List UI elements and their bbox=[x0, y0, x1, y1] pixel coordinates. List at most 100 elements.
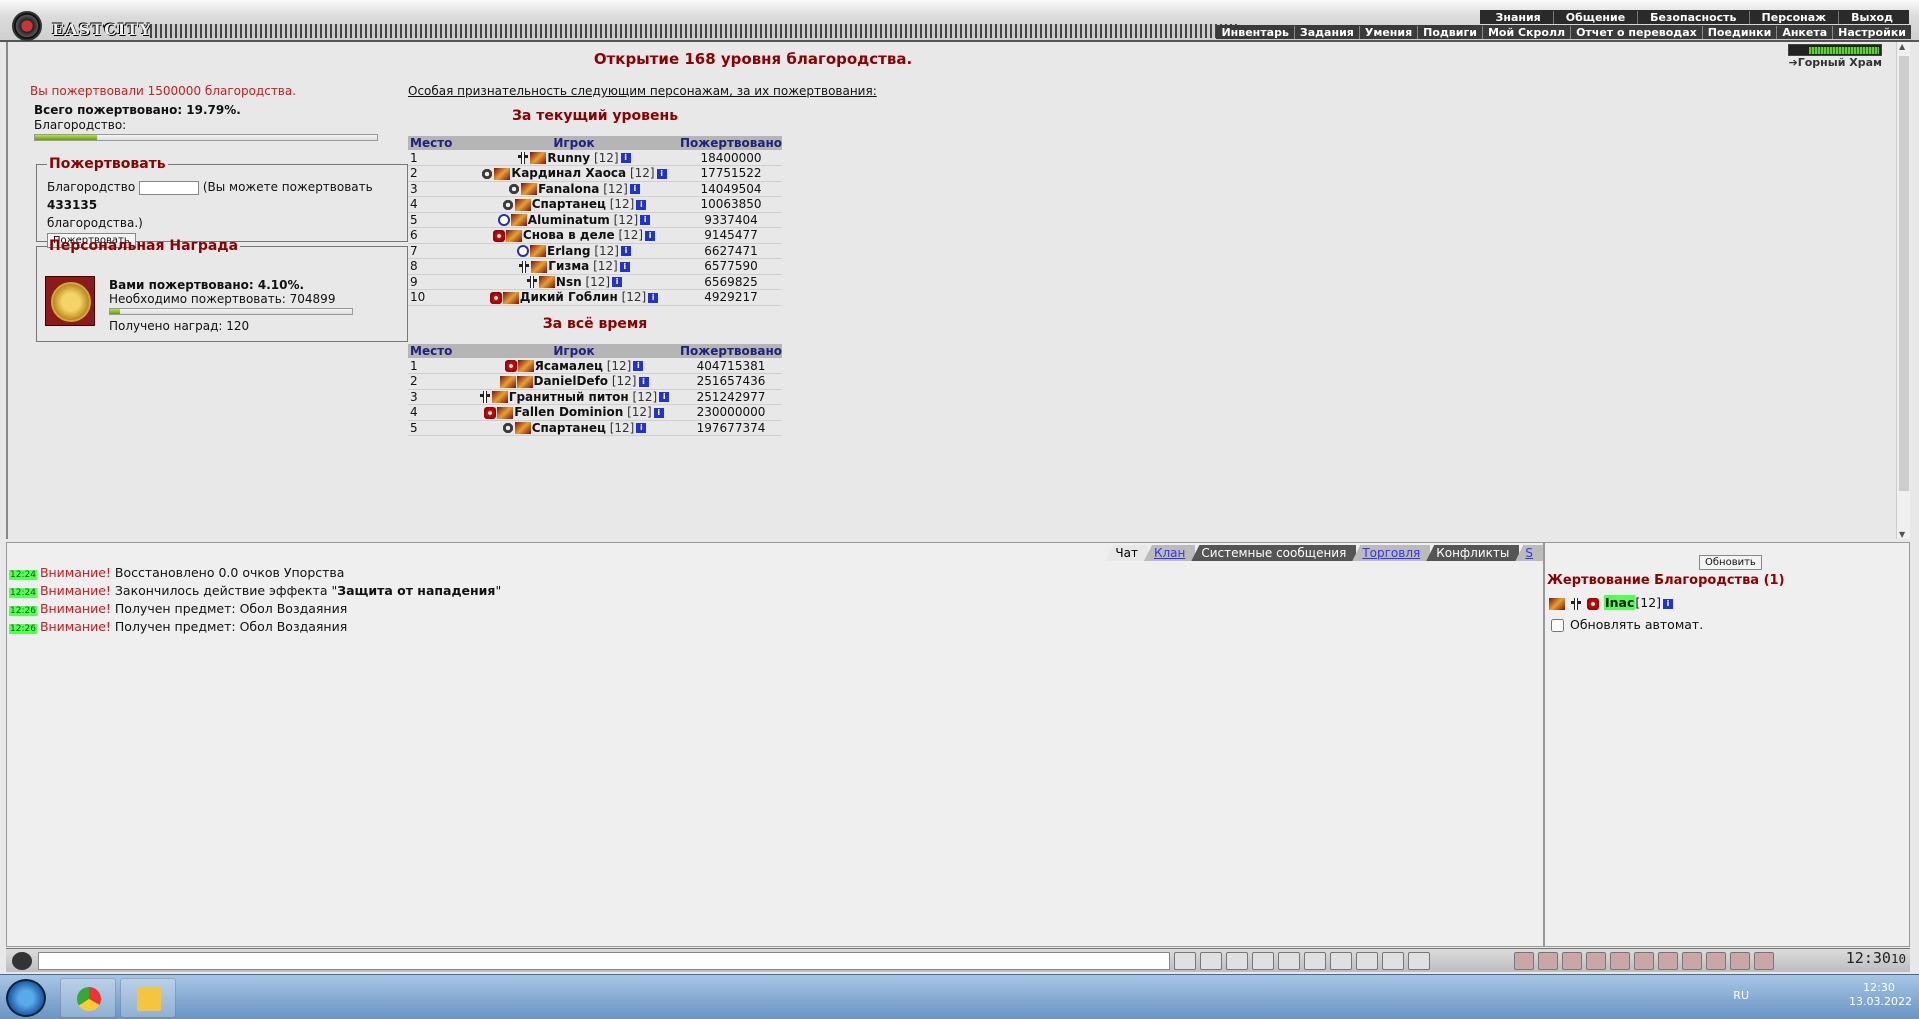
info-icon[interactable]: i bbox=[1663, 598, 1674, 609]
nav-battles[interactable]: Поединки bbox=[1703, 25, 1778, 39]
player-name[interactable]: Fallen Dominion bbox=[514, 405, 623, 419]
refresh-button[interactable]: Обновить bbox=[1699, 555, 1762, 570]
row-player: Nsn [12] i bbox=[468, 274, 681, 290]
info-icon[interactable]: i bbox=[645, 230, 656, 241]
action-slot-icon[interactable] bbox=[1682, 952, 1702, 970]
info-icon[interactable]: i bbox=[620, 153, 631, 163]
emote-icon[interactable] bbox=[12, 952, 32, 970]
player-name[interactable]: Runny bbox=[547, 151, 590, 165]
action-slot-icon[interactable] bbox=[1514, 952, 1534, 970]
action-slot-icon[interactable] bbox=[1706, 952, 1726, 970]
scroll-up-icon[interactable]: ▲ bbox=[1899, 42, 1905, 51]
tab-chat[interactable]: Чат bbox=[1105, 545, 1148, 561]
action-slot-icon[interactable] bbox=[1634, 952, 1654, 970]
player-name[interactable]: Ясамалец bbox=[535, 359, 603, 373]
player-name[interactable]: Спартанец bbox=[532, 197, 606, 211]
clan-emblem-icon bbox=[514, 422, 531, 435]
tab-trade[interactable]: Торговля bbox=[1352, 545, 1431, 561]
folder-icon bbox=[137, 987, 161, 1011]
explorer-taskbar-button[interactable] bbox=[120, 978, 176, 1018]
action-slot-icon[interactable] bbox=[1586, 952, 1606, 970]
nav-transfer-report[interactable]: Отчет о переводах bbox=[1571, 25, 1703, 39]
taskbar-clock[interactable]: 12:30 13.03.2022 bbox=[1849, 981, 1912, 1009]
shield-icon bbox=[1586, 597, 1599, 610]
nav-my-scroll[interactable]: Мой Скролл bbox=[1483, 25, 1572, 39]
main-scrollbar[interactable]: ▲ ▼ bbox=[1896, 42, 1910, 539]
chat-input[interactable] bbox=[38, 952, 1170, 970]
start-button[interactable] bbox=[6, 979, 46, 1017]
nav-exit[interactable]: Выход bbox=[1839, 11, 1905, 24]
thanks-link[interactable]: Особая признательность следующим персона… bbox=[408, 84, 877, 98]
nav-quests[interactable]: Задания bbox=[1295, 25, 1360, 39]
action-slot-icon[interactable] bbox=[1658, 952, 1678, 970]
info-icon[interactable]: i bbox=[636, 423, 647, 434]
donate-amount-input[interactable] bbox=[139, 180, 199, 195]
info-icon[interactable]: i bbox=[633, 361, 644, 371]
player-name[interactable]: Гизма bbox=[548, 259, 589, 273]
player-name[interactable]: Aluminatum bbox=[528, 213, 610, 227]
fight-tool-icon[interactable] bbox=[1278, 952, 1300, 970]
info-icon[interactable]: i bbox=[659, 392, 670, 403]
chat-time[interactable]: 12:24 bbox=[9, 588, 37, 598]
eraser-tool-icon[interactable] bbox=[1200, 952, 1222, 970]
nav-settings[interactable]: Настройки bbox=[1833, 26, 1911, 39]
nav-security[interactable]: Безопасность bbox=[1638, 10, 1750, 24]
scroll-thumb[interactable] bbox=[1899, 56, 1909, 491]
top-bar: EASTCITY Знания Общение Безопасность Пер… bbox=[0, 0, 1919, 42]
chat-time[interactable]: 12:26 bbox=[9, 624, 37, 634]
action-slot-icon[interactable] bbox=[1754, 952, 1774, 970]
nav-character[interactable]: Персонаж bbox=[1750, 10, 1840, 24]
info-icon[interactable]: i bbox=[638, 376, 649, 387]
hand-tool-icon[interactable] bbox=[1330, 952, 1352, 970]
action-slot-icon[interactable] bbox=[1538, 952, 1558, 970]
smile-tool-icon[interactable] bbox=[1356, 952, 1378, 970]
nav-inventory[interactable]: Инвентарь bbox=[1216, 25, 1295, 39]
tab-system[interactable]: Системные сообщения bbox=[1191, 545, 1357, 561]
player-name[interactable]: Дикий Гоблин bbox=[520, 290, 618, 304]
location-name[interactable]: Горный Храм bbox=[1798, 56, 1882, 69]
ratio-tool-icon[interactable] bbox=[1304, 952, 1326, 970]
info-icon[interactable]: i bbox=[656, 168, 667, 179]
camera-tool-icon[interactable] bbox=[1382, 952, 1404, 970]
nav-skills[interactable]: Умения bbox=[1360, 25, 1419, 39]
player-name[interactable]: Снова в деле bbox=[523, 228, 615, 242]
scroll-down-icon[interactable]: ▼ bbox=[1899, 530, 1905, 539]
chrome-taskbar-button[interactable] bbox=[60, 978, 116, 1018]
player-name[interactable]: DanielDefo bbox=[534, 374, 609, 388]
tab-clan[interactable]: Клан bbox=[1143, 545, 1196, 561]
nav-knowledge[interactable]: Знания bbox=[1484, 10, 1554, 24]
auto-refresh-checkbox[interactable] bbox=[1551, 619, 1564, 632]
side-user-name[interactable]: Inac bbox=[1603, 595, 1636, 610]
language-indicator[interactable]: RU bbox=[1733, 989, 1749, 1002]
info-icon[interactable]: i bbox=[636, 199, 647, 210]
chat-time[interactable]: 12:24 bbox=[9, 570, 37, 580]
location-link[interactable]: ➔Горный Храм bbox=[1788, 56, 1882, 69]
enter-tool-icon[interactable] bbox=[1174, 952, 1196, 970]
tab-conflicts[interactable]: Конфликты bbox=[1426, 545, 1520, 561]
info-icon[interactable]: i bbox=[619, 261, 630, 272]
info-icon[interactable]: i bbox=[648, 292, 659, 303]
nav-communication[interactable]: Общение bbox=[1554, 10, 1639, 24]
chat-time[interactable]: 12:26 bbox=[9, 606, 37, 616]
filter-tool-icon[interactable] bbox=[1226, 952, 1248, 970]
player-name[interactable]: Fanalona bbox=[538, 182, 599, 196]
player-name[interactable]: Erlang bbox=[547, 244, 590, 258]
player-name[interactable]: Спартанец bbox=[532, 421, 606, 435]
info-icon[interactable]: i bbox=[629, 184, 640, 195]
player-name[interactable]: Гранитный питон bbox=[509, 390, 629, 404]
save-tool-icon[interactable] bbox=[1252, 952, 1274, 970]
player-name[interactable]: Nsn bbox=[556, 275, 582, 289]
player-name[interactable]: Кардинал Хаоса bbox=[511, 166, 626, 180]
nav-achievements[interactable]: Подвиги bbox=[1418, 25, 1483, 39]
info-icon[interactable]: i bbox=[653, 407, 664, 418]
action-slot-icon[interactable] bbox=[1730, 952, 1750, 970]
record-tool-icon[interactable] bbox=[1408, 952, 1430, 970]
info-icon[interactable]: i bbox=[612, 277, 623, 288]
eastcity-logo[interactable]: EASTCITY bbox=[8, 8, 151, 42]
tab-s[interactable]: S bbox=[1515, 545, 1543, 561]
info-icon[interactable]: i bbox=[620, 246, 631, 257]
action-slot-icon[interactable] bbox=[1562, 952, 1582, 970]
action-slot-icon[interactable] bbox=[1610, 952, 1630, 970]
nav-profile[interactable]: Анкета bbox=[1777, 25, 1834, 39]
info-icon[interactable]: i bbox=[640, 215, 651, 226]
